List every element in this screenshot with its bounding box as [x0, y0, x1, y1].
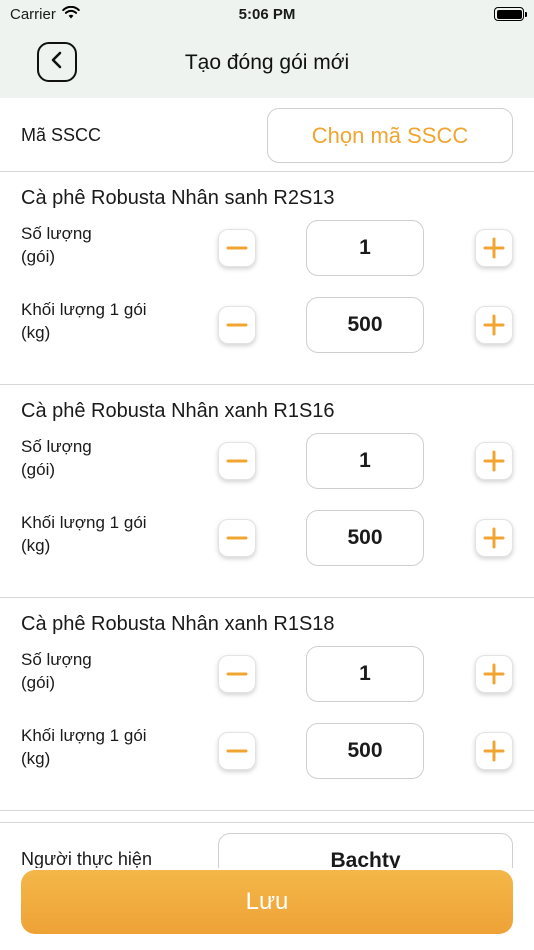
- performer-row: Người thực hiện Bachty: [0, 822, 534, 868]
- weight-unit-text: (kg): [21, 323, 51, 342]
- sscc-row: Mã SSCC Chọn mã SSCC: [0, 98, 534, 172]
- weight-label: Khối lượng 1 gói (kg): [21, 724, 147, 770]
- weight-label-text: Khối lượng 1 gói: [21, 300, 147, 319]
- minus-icon: [226, 672, 248, 676]
- plus-icon: [483, 740, 505, 762]
- weight-label: Khối lượng 1 gói (kg): [21, 511, 147, 557]
- status-time: 5:06 PM: [238, 5, 296, 23]
- sscc-label: Mã SSCC: [21, 125, 102, 145]
- quantity-unit-text: (gói): [21, 247, 56, 266]
- quantity-label: Số lượng (gói): [21, 648, 92, 694]
- product-card: Cà phê Robusta Nhân sanh R2S13 Số lượng …: [0, 172, 534, 385]
- plus-icon: [483, 450, 505, 472]
- quantity-decrement-button[interactable]: [218, 442, 256, 480]
- performer-label: Người thực hiện: [21, 849, 152, 868]
- product-card: Cà phê Robusta Nhân xanh R1S16 Số lượng …: [0, 385, 534, 598]
- weight-input[interactable]: 500: [306, 510, 424, 566]
- quantity-label-text: Số lượng: [21, 650, 92, 669]
- chevron-left-icon: [50, 51, 64, 74]
- weight-label-text: Khối lượng 1 gói: [21, 513, 147, 532]
- quantity-label: Số lượng (gói): [21, 222, 92, 268]
- minus-icon: [226, 246, 248, 250]
- product-card: Cà phê Robusta Nhân xanh R1S18 Số lượng …: [0, 598, 534, 811]
- quantity-unit-text: (gói): [21, 460, 56, 479]
- quantity-decrement-button[interactable]: [218, 229, 256, 267]
- quantity-unit-text: (gói): [21, 673, 56, 692]
- performer-field[interactable]: Bachty: [218, 833, 513, 868]
- minus-icon: [226, 459, 248, 463]
- weight-increment-button[interactable]: [475, 732, 513, 770]
- carrier-label: Carrier: [10, 5, 56, 23]
- quantity-label-text: Số lượng: [21, 437, 92, 456]
- weight-decrement-button[interactable]: [218, 732, 256, 770]
- plus-icon: [483, 237, 505, 259]
- back-button[interactable]: [37, 42, 77, 82]
- product-title: Cà phê Robusta Nhân sanh R2S13: [21, 187, 335, 209]
- quantity-label-text: Số lượng: [21, 224, 92, 243]
- weight-decrement-button[interactable]: [218, 306, 256, 344]
- weight-input[interactable]: 500: [306, 723, 424, 779]
- quantity-input[interactable]: 1: [306, 433, 424, 489]
- save-button[interactable]: Lưu: [21, 870, 513, 934]
- form-content[interactable]: Mã SSCC Chọn mã SSCC Cà phê Robusta Nhân…: [0, 98, 534, 868]
- plus-icon: [483, 527, 505, 549]
- weight-increment-button[interactable]: [475, 306, 513, 344]
- quantity-label: Số lượng (gói): [21, 435, 92, 481]
- battery-icon: [494, 7, 527, 21]
- choose-sscc-button[interactable]: Chọn mã SSCC: [267, 108, 513, 163]
- quantity-input[interactable]: 1: [306, 220, 424, 276]
- weight-increment-button[interactable]: [475, 519, 513, 557]
- plus-icon: [483, 663, 505, 685]
- quantity-increment-button[interactable]: [475, 655, 513, 693]
- status-left: Carrier: [10, 5, 80, 23]
- status-bar: Carrier 5:06 PM: [0, 0, 534, 28]
- product-title: Cà phê Robusta Nhân xanh R1S18: [21, 613, 335, 635]
- nav-bar: Tạo đóng gói mới: [0, 28, 534, 98]
- plus-icon: [483, 314, 505, 336]
- weight-unit-text: (kg): [21, 536, 51, 555]
- minus-icon: [226, 536, 248, 540]
- quantity-increment-button[interactable]: [475, 229, 513, 267]
- weight-label-text: Khối lượng 1 gói: [21, 726, 147, 745]
- weight-unit-text: (kg): [21, 749, 51, 768]
- minus-icon: [226, 749, 248, 753]
- weight-decrement-button[interactable]: [218, 519, 256, 557]
- minus-icon: [226, 323, 248, 327]
- quantity-decrement-button[interactable]: [218, 655, 256, 693]
- quantity-increment-button[interactable]: [475, 442, 513, 480]
- wifi-icon: [62, 5, 80, 23]
- page-title: Tạo đóng gói mới: [184, 51, 350, 74]
- quantity-input[interactable]: 1: [306, 646, 424, 702]
- weight-input[interactable]: 500: [306, 297, 424, 353]
- weight-label: Khối lượng 1 gói (kg): [21, 298, 147, 344]
- product-title: Cà phê Robusta Nhân xanh R1S16: [21, 400, 335, 422]
